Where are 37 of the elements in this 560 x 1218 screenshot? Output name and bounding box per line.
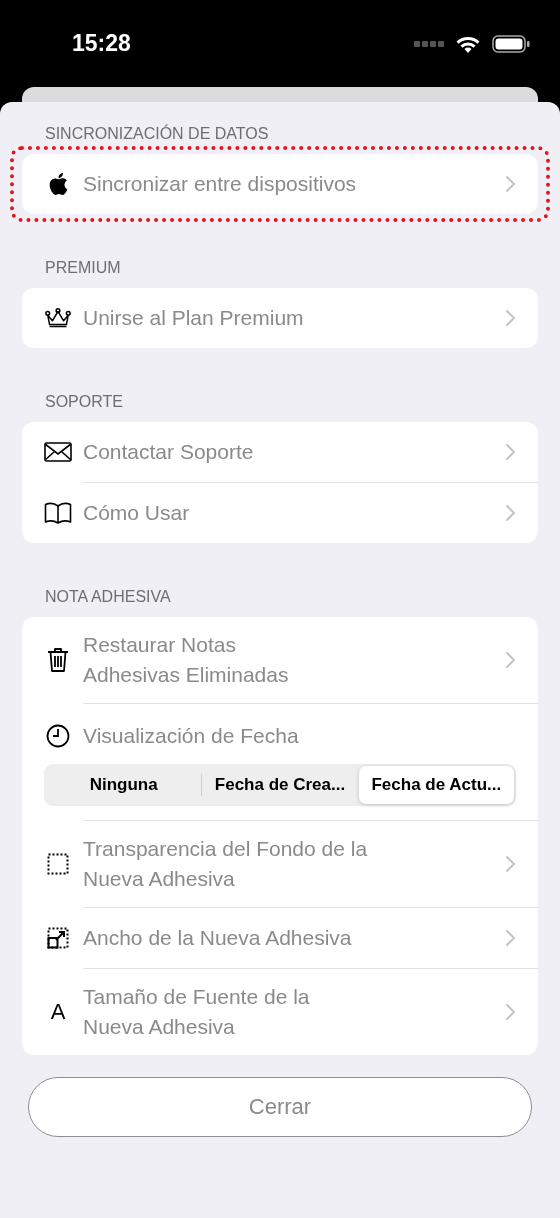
apple-icon [48, 172, 68, 196]
signal-icon [414, 40, 444, 47]
status-time: 15:28 [72, 30, 132, 57]
book-icon [44, 502, 72, 524]
section-header: SOPORTE [44, 392, 124, 412]
chevron-icon [505, 309, 516, 327]
crown-icon [44, 307, 72, 329]
section-header: SINCRONIZACIÓN DE DATOS [44, 124, 270, 144]
letter-icon: A [50, 1001, 66, 1023]
chevron-icon [505, 443, 516, 461]
section-header: NOTA ADHESIVA [44, 587, 172, 607]
settings-row[interactable]: Unirse al Plan Premium [22, 288, 538, 348]
chevron-icon [505, 855, 516, 873]
settings-row[interactable]: Ancho de la Nueva Adhesiva [22, 908, 538, 968]
settings-row[interactable]: Restaurar Notas Adhesivas Eliminadas [22, 617, 538, 703]
segment-option[interactable]: Fecha de Actu... [358, 766, 514, 804]
settings-row[interactable]: Contactar Soporte [22, 422, 538, 482]
resize-icon [47, 927, 69, 949]
dotted-square-icon [47, 853, 69, 875]
segment-option[interactable]: Ninguna [46, 766, 202, 804]
section-header: PREMIUM [44, 258, 122, 278]
close-button[interactable]: Cerrar [28, 1077, 532, 1137]
settings-row[interactable]: Transparencia del Fondo de la Nueva Adhesiva [22, 821, 538, 907]
envelope-icon [44, 442, 72, 462]
settings-row[interactable]: Cómo Usar [22, 483, 538, 543]
clock-icon [46, 723, 70, 748]
chevron-icon [505, 175, 516, 193]
battery-icon [492, 34, 530, 53]
settings-row[interactable]: Sincronizar entre dispositivos [22, 154, 538, 214]
chevron-icon [505, 504, 516, 522]
chevron-icon [505, 1003, 516, 1021]
row-label: Visualización de Fecha [83, 722, 300, 749]
trash-icon [47, 647, 69, 673]
chevron-icon [505, 651, 516, 669]
wifi-icon [456, 34, 480, 53]
chevron-icon [505, 929, 516, 947]
segment-option[interactable]: Fecha de Crea... [202, 766, 358, 804]
